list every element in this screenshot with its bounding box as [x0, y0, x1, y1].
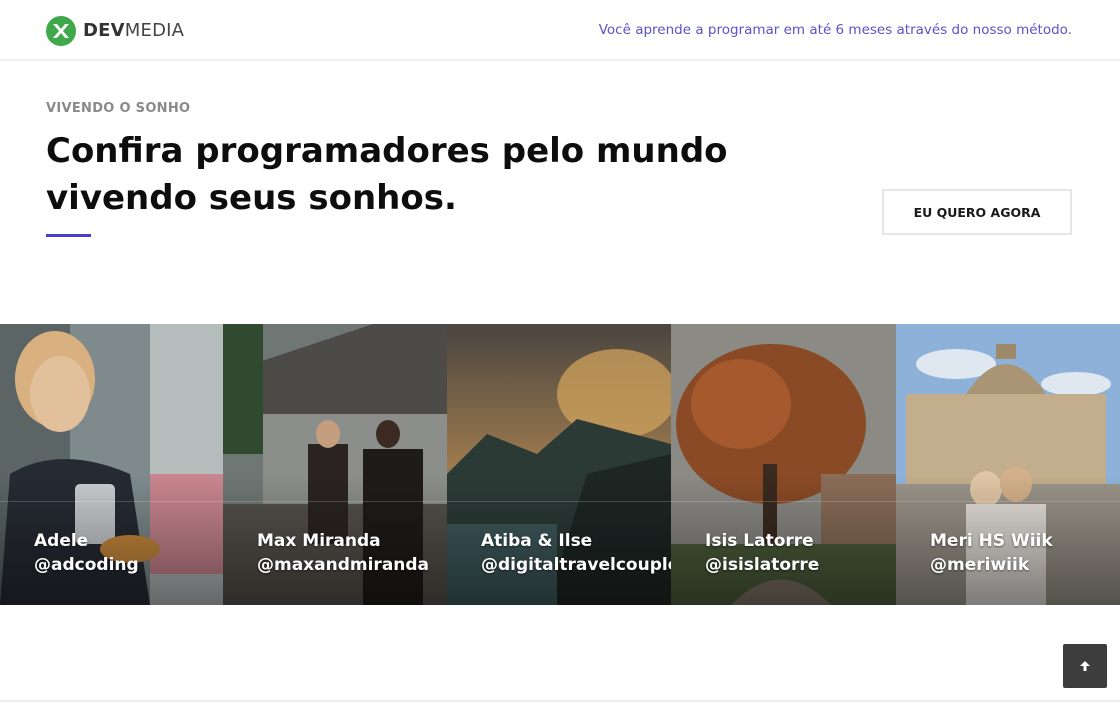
cta-button[interactable]: EU QUERO AGORA: [882, 189, 1072, 235]
headline-line-1: Confira programadores pelo mundo: [46, 131, 728, 171]
page-headline: Confira programadores pelo mundo vivendo…: [46, 128, 746, 222]
card-caption: Atiba & Ilse @digitaltravelcouple: [481, 529, 671, 577]
card-caption: Isis Latorre @isislatorre: [705, 529, 819, 577]
card-caption: Max Miranda @maxandmiranda: [257, 529, 429, 577]
card-caption: Adele @adcoding: [34, 529, 139, 577]
devmedia-logo-icon: [46, 16, 76, 46]
card-caption: Meri HS Wiik @meriwiik: [930, 529, 1053, 577]
logo-text-dev: DEV: [83, 20, 125, 41]
section-eyebrow: VIVENDO O SONHO: [46, 101, 191, 116]
gallery-card-adele[interactable]: Adele @adcoding: [0, 324, 223, 605]
programmer-name: Max Miranda: [257, 531, 381, 551]
programmer-name: Meri HS Wiik: [930, 531, 1053, 551]
programmer-name: Isis Latorre: [705, 531, 814, 551]
gallery-card-isis-latorre[interactable]: Isis Latorre @isislatorre: [671, 324, 896, 605]
programmer-name: Atiba & Ilse: [481, 531, 593, 551]
card-divider: [223, 501, 447, 502]
headline-line-2: vivendo seus sonhos.: [46, 178, 457, 218]
programmer-handle[interactable]: @meriwiik: [930, 553, 1053, 577]
programmer-handle[interactable]: @digitaltravelcouple: [481, 553, 671, 577]
gallery-card-max-miranda[interactable]: Max Miranda @maxandmiranda: [223, 324, 447, 605]
headline-accent-underline: [46, 234, 91, 237]
programmer-handle[interactable]: @adcoding: [34, 553, 139, 577]
logo-wordmark: DEVMEDIA: [83, 16, 184, 46]
card-divider: [671, 501, 896, 502]
header-tagline: Você aprende a programar em até 6 meses …: [598, 22, 1072, 38]
programmer-name: Adele: [34, 531, 89, 551]
logo-text-media: MEDIA: [124, 20, 185, 41]
programmer-handle[interactable]: @isislatorre: [705, 553, 819, 577]
card-divider: [447, 501, 671, 502]
top-header: DEVMEDIA Você aprende a programar em até…: [0, 0, 1120, 61]
gallery-card-meri-wiik[interactable]: Meri HS Wiik @meriwiik: [896, 324, 1120, 605]
card-divider: [896, 501, 1120, 502]
card-divider: [0, 501, 223, 502]
arrow-up-icon: [1080, 661, 1090, 671]
devmedia-logo[interactable]: DEVMEDIA: [46, 16, 184, 46]
programmer-handle[interactable]: @maxandmiranda: [257, 553, 429, 577]
gallery-card-atiba-ilse[interactable]: Atiba & Ilse @digitaltravelcouple: [447, 324, 671, 605]
scroll-to-top-button[interactable]: [1063, 644, 1107, 688]
programmers-gallery: Adele @adcoding Max Miranda @maxandmiran…: [0, 324, 1120, 605]
bottom-divider: [0, 700, 1120, 702]
